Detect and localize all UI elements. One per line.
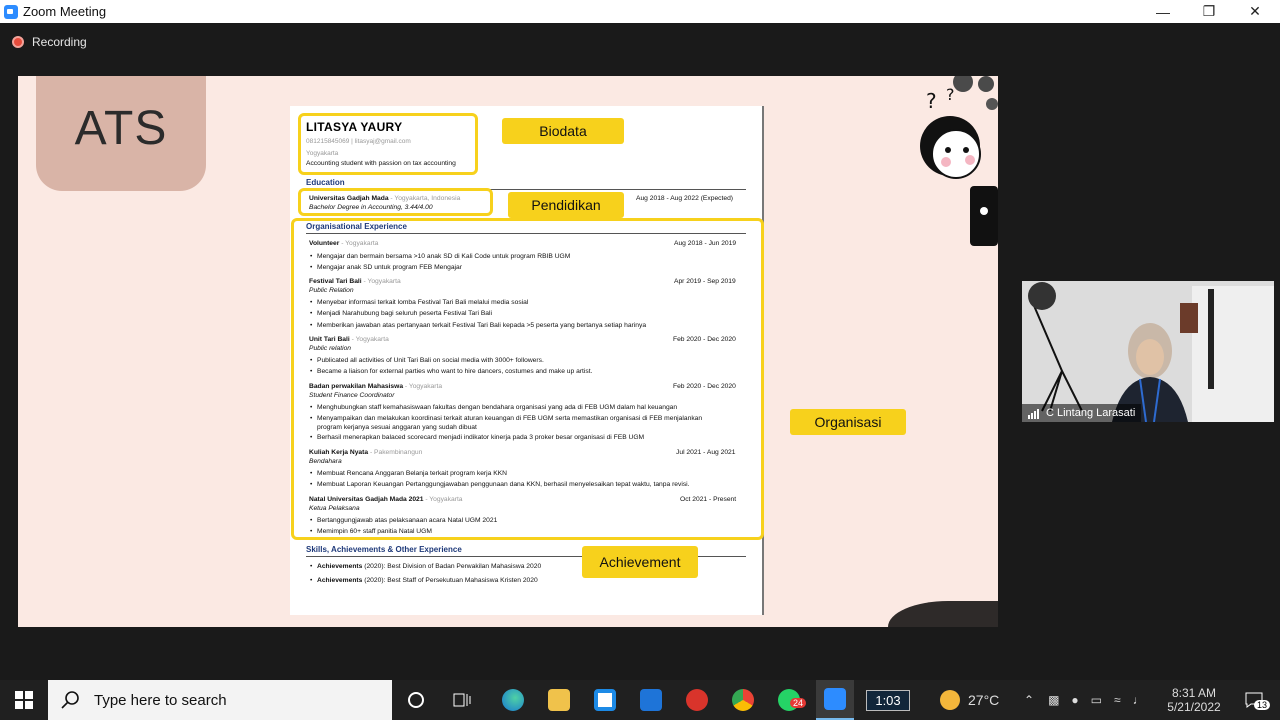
cv-achievement-label: Achievements — [317, 563, 363, 570]
close-button[interactable]: ✕ — [1232, 0, 1278, 23]
store-icon — [594, 689, 616, 711]
start-button[interactable] — [0, 680, 48, 720]
participant-video-tile[interactable]: C Lintang Larasati — [1022, 281, 1274, 422]
cv-edu-dates: Aug 2018 - Aug 2022 (Expected) — [636, 195, 734, 202]
windows-taskbar: Type here to search 24 1:03 27°C ⌃ ▩ ● ▭… — [0, 680, 1280, 720]
volume-icon[interactable]: ♩ — [1133, 693, 1145, 707]
participant-name: C Lintang Larasati — [1046, 407, 1136, 419]
cv-achievement: Achievements (2020): Best Staff of Perse… — [310, 577, 538, 584]
recording-icon — [12, 36, 24, 48]
cartoon-character-illustration: ? ? — [920, 76, 998, 246]
clock-time: 8:31 AM — [1171, 686, 1217, 700]
ats-title-block: ATS — [36, 76, 206, 191]
notification-center-button[interactable]: 13 — [1234, 680, 1274, 720]
recording-indicator[interactable]: Recording — [12, 35, 87, 49]
taskbar-zoom[interactable] — [816, 680, 854, 720]
recording-label: Recording — [32, 35, 87, 49]
cv-achievement-text: (2020): Best Staff of Persekutuan Mahasi… — [362, 577, 538, 584]
zoom-icon — [824, 688, 846, 710]
shared-slide: ATS ? ? LITASYA YAURY 081215845069 | lit… — [18, 76, 998, 627]
organisasi-tag: Organisasi — [790, 409, 906, 435]
chrome-icon — [732, 689, 754, 711]
weather-sun-icon — [940, 690, 960, 710]
chevron-up-icon[interactable]: ⌃ — [1024, 693, 1034, 707]
window-title: Zoom Meeting — [23, 4, 107, 19]
participant-name-label: C Lintang Larasati — [1022, 404, 1142, 422]
folder-icon — [548, 689, 570, 711]
device-icon[interactable]: ▩ — [1048, 693, 1059, 707]
taskbar-timer[interactable]: 1:03 — [862, 680, 914, 720]
biodata-highlight-box — [298, 113, 478, 175]
maximize-button[interactable]: ❐ — [1186, 0, 1232, 23]
minimize-button[interactable]: — — [1140, 0, 1186, 23]
taskbar-file-explorer[interactable] — [540, 680, 578, 720]
svg-text:?: ? — [946, 85, 955, 104]
signal-strength-icon — [1028, 407, 1040, 419]
taskbar-store[interactable] — [586, 680, 624, 720]
decorative-shape — [888, 601, 998, 627]
taskbar-search-box[interactable]: Type here to search — [48, 680, 392, 720]
search-icon — [61, 691, 79, 709]
timer-label: 1:03 — [866, 689, 910, 711]
system-tray: ⌃ ▩ ● ▭ ≈ ♩ — [1016, 680, 1151, 720]
cv-achievement-text: (2020): Best Division of Badan Perwakila… — [362, 563, 542, 570]
microphone-icon[interactable]: ● — [1071, 693, 1078, 707]
biodata-tag: Biodata — [502, 118, 624, 144]
app-icon — [686, 689, 708, 711]
wifi-icon[interactable]: ≈ — [1114, 693, 1121, 707]
notification-count: 13 — [1254, 700, 1271, 710]
ats-title: ATS — [74, 102, 168, 155]
taskbar-chrome[interactable] — [724, 680, 762, 720]
participant-video-feed — [1022, 281, 1274, 422]
svg-text:?: ? — [926, 89, 937, 113]
taskbar-mail[interactable] — [632, 680, 670, 720]
cv-achievement-label: Achievements — [317, 577, 363, 584]
task-view-button[interactable] — [444, 680, 480, 720]
weather-widget[interactable]: 27°C — [940, 680, 999, 720]
taskbar-whatsapp[interactable]: 24 — [770, 680, 808, 720]
clock[interactable]: 8:31 AM 5/21/2022 — [1160, 680, 1228, 720]
pendidikan-tag: Pendidikan — [508, 192, 624, 218]
cv-skills-heading: Skills, Achievements & Other Experience — [306, 545, 462, 554]
windows-logo-icon — [15, 691, 33, 709]
meeting-stage: Recording ATS ? ? LITASYA YAURY 08121584… — [0, 23, 1280, 680]
achievement-tag: Achievement — [582, 546, 698, 578]
cortana-button[interactable] — [398, 680, 434, 720]
cortana-icon — [408, 692, 424, 708]
window-titlebar: Zoom Meeting — ❐ ✕ — [0, 0, 1280, 23]
organisation-highlight-box — [291, 218, 764, 540]
task-view-icon — [453, 693, 471, 707]
weather-temp: 27°C — [968, 692, 1000, 708]
mail-icon — [640, 689, 662, 711]
battery-icon[interactable]: ▭ — [1091, 693, 1102, 707]
search-placeholder: Type here to search — [94, 691, 227, 709]
taskbar-edge[interactable] — [494, 680, 532, 720]
cv-education-heading: Education — [306, 178, 345, 187]
education-highlight-box — [298, 188, 493, 216]
edge-icon — [502, 689, 524, 711]
cv-achievement: Achievements (2020): Best Division of Ba… — [310, 563, 542, 570]
zoom-app-icon — [4, 4, 18, 19]
clock-date: 5/21/2022 — [1167, 700, 1221, 714]
whatsapp-badge: 24 — [790, 698, 807, 708]
taskbar-app-red[interactable] — [678, 680, 716, 720]
